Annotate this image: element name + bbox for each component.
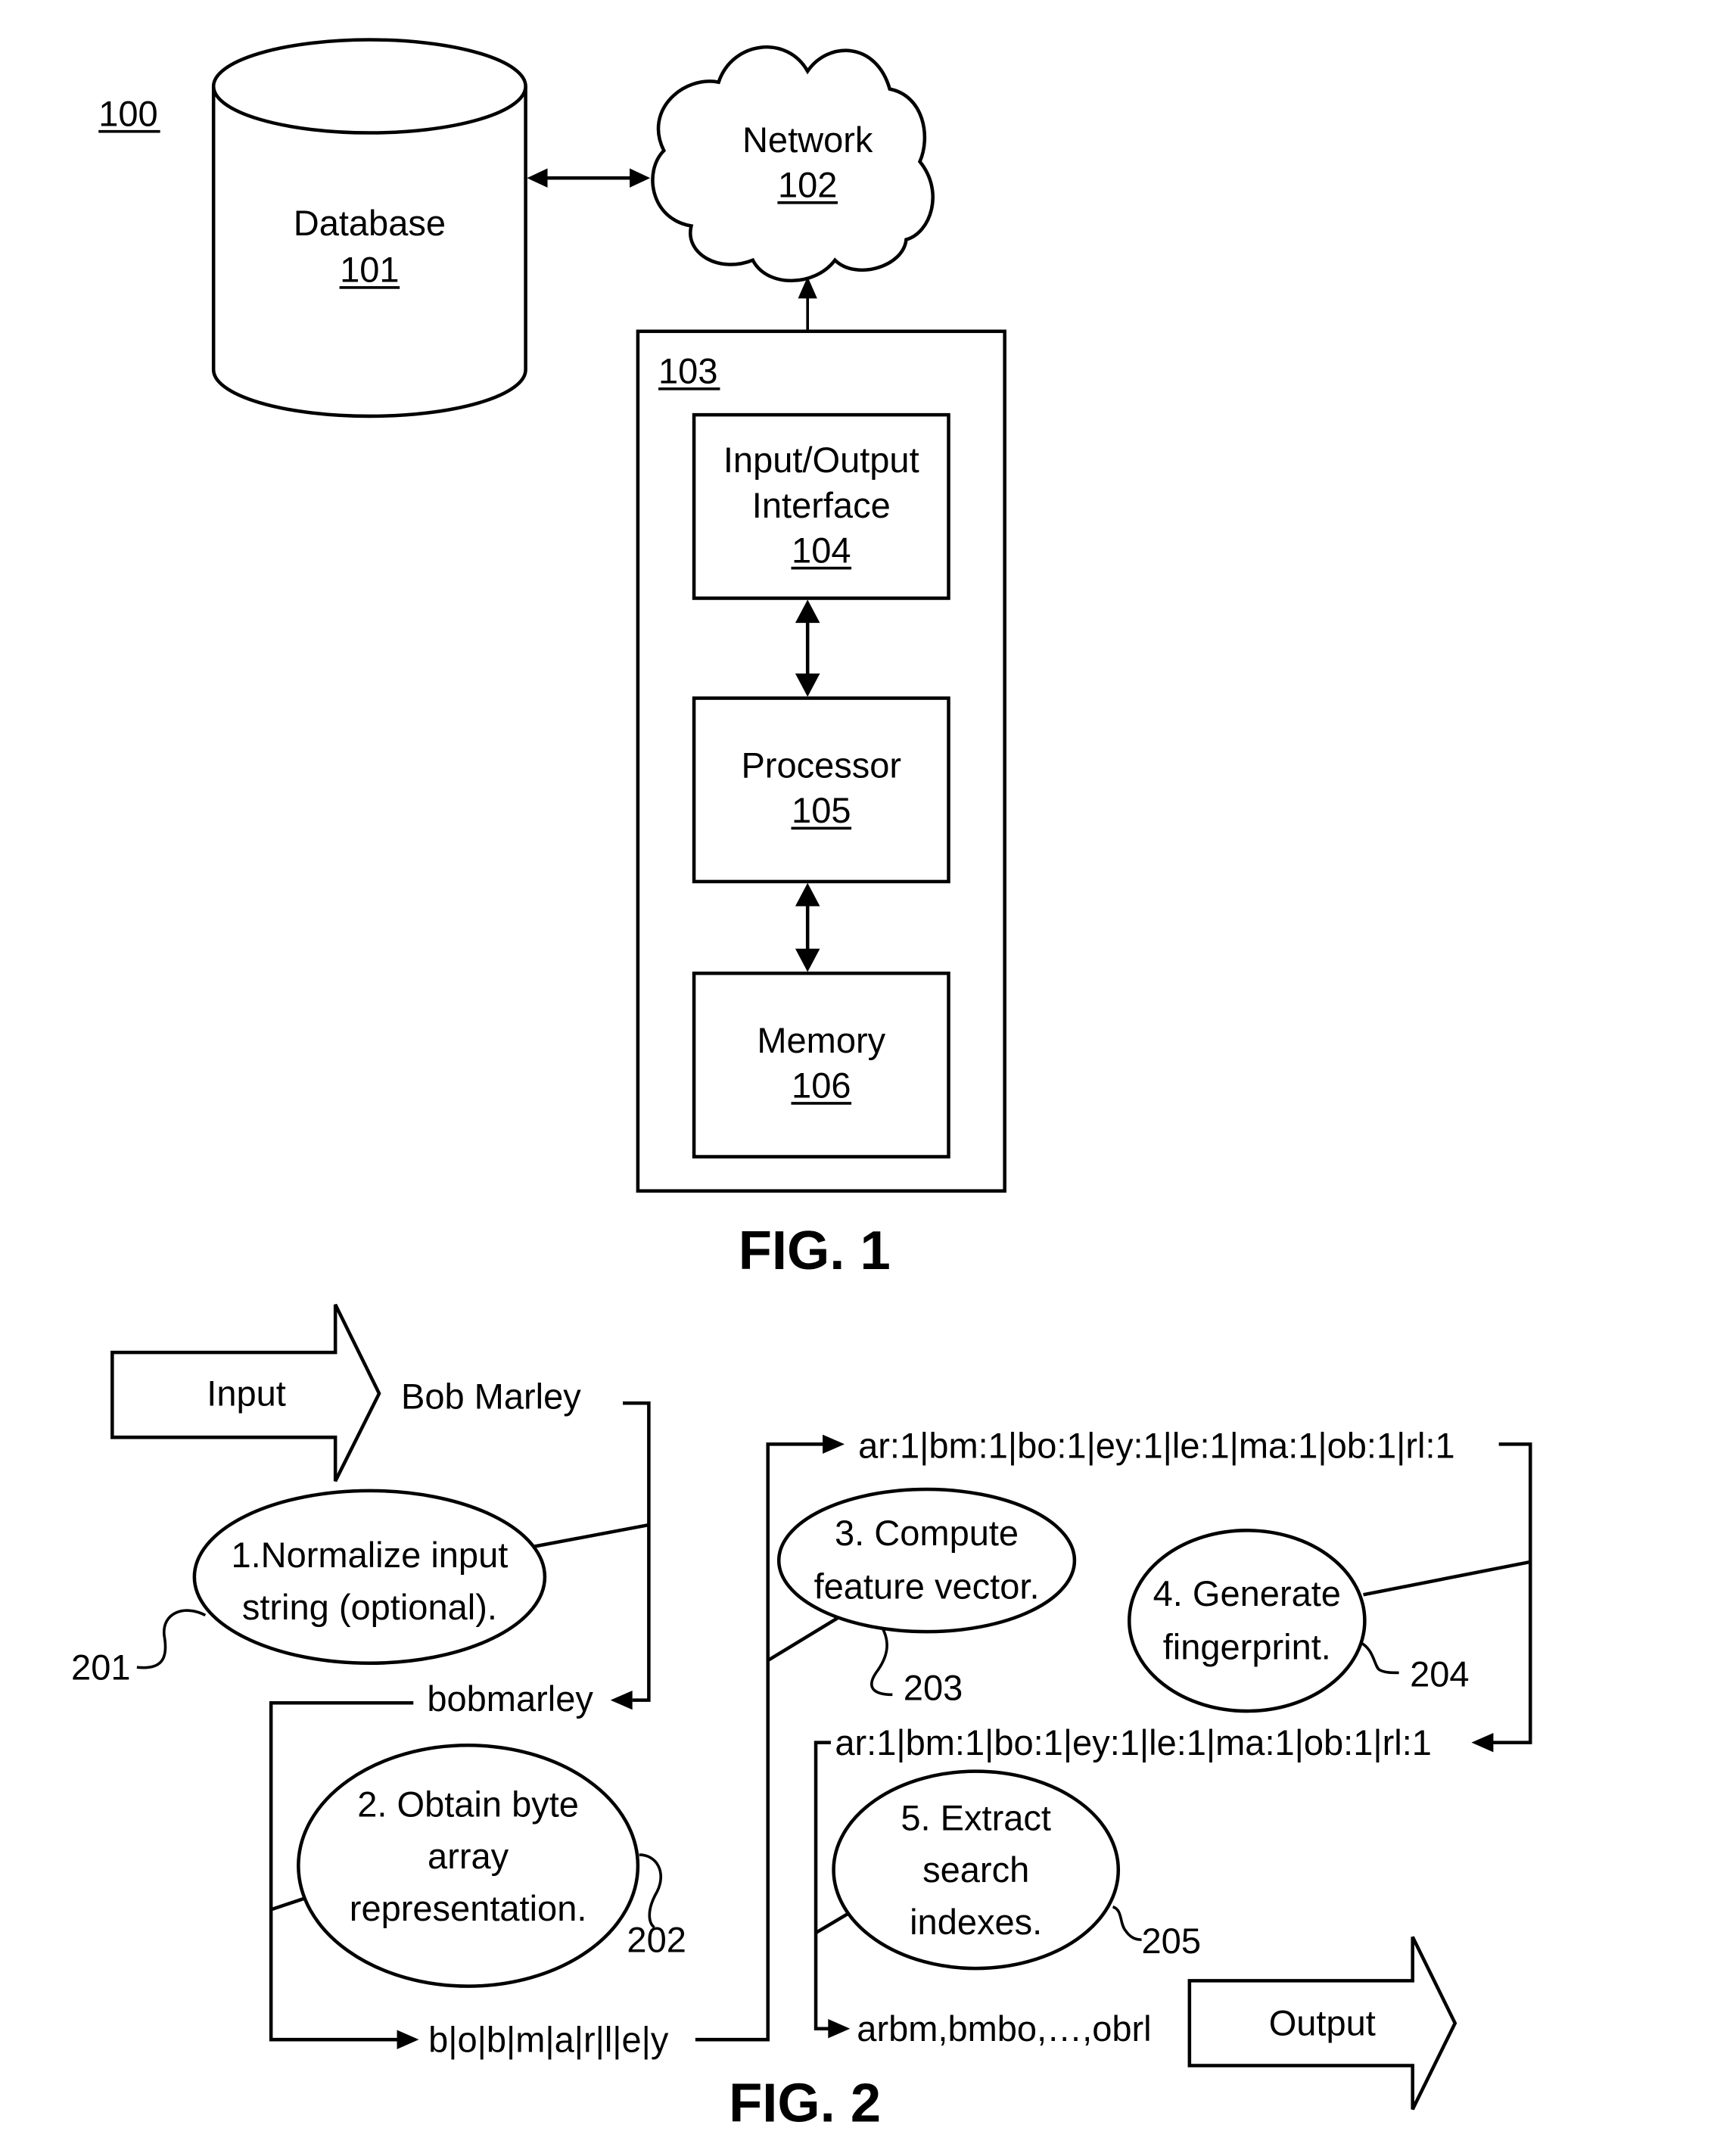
io-interface-box: Input/Output Interface 104 [692, 412, 950, 600]
processor-box: Processor 105 [692, 696, 950, 884]
database-label: Database [294, 203, 446, 243]
fingerprint-value: ar:1|bm:1|bo:1|ey:1|le:1|ma:1|ob:1|rl:1 [835, 1722, 1432, 1762]
connector-fingerprint-to-indexes [814, 1741, 831, 2030]
step3-ref-leader [870, 1628, 893, 1697]
step3-line2: feature vector. [814, 1566, 1040, 1607]
input-value: Bob Marley [401, 1376, 581, 1416]
normalized-value: bobmarley [427, 1678, 593, 1719]
step3-ref: 203 [904, 1668, 963, 1708]
database-cylinder: Database 101 [211, 38, 527, 418]
memory-label: Memory [757, 1020, 885, 1060]
patent-figures: 100 Database 101 Network 102 103 Input/O… [71, 38, 1532, 2134]
input-arrow: Input [110, 1303, 381, 1482]
step5-line3: indexes. [910, 1902, 1042, 1942]
input-arrow-label: Input [207, 1374, 286, 1414]
indexes-value: arbm,bmbo,…,obrl [857, 2008, 1151, 2049]
step1-line1: 1.Normalize input [231, 1535, 508, 1575]
step1-ref-leader [136, 1609, 207, 1669]
step4-ref: 204 [1410, 1654, 1469, 1694]
output-arrow-label: Output [1269, 2003, 1376, 2043]
fig2-caption: FIG. 2 [729, 2074, 881, 2134]
step1-ellipse: 1.Normalize input string (optional). 201 [71, 1489, 649, 1687]
io-interface-label-line1: Input/Output [723, 440, 919, 480]
network-label: Network [742, 120, 873, 160]
system-ref-label: 100 [98, 93, 157, 133]
arrow-into-indexes [828, 2019, 851, 2039]
database-ref: 101 [340, 250, 399, 290]
network-ref: 102 [778, 165, 837, 205]
network-cloud: Network 102 [651, 45, 935, 282]
memory-ref: 106 [792, 1066, 851, 1106]
step3-ellipse: 3. Compute feature vector. 203 [767, 1487, 1077, 1708]
step2-line3: representation. [350, 1888, 587, 1928]
byte-array-value: b|o|b|m|a|r|l|e|y [428, 2019, 669, 2059]
step5-ellipse: 5. Extract search indexes. 205 [814, 1769, 1201, 1971]
step4-line1: 4. Generate [1153, 1573, 1341, 1613]
step1-ref: 201 [71, 1647, 130, 1687]
step5-line2: search [922, 1850, 1029, 1890]
arrow-into-feature [823, 1434, 845, 1454]
io-interface-ref: 104 [792, 530, 851, 570]
step5-line1: 5. Extract [901, 1797, 1051, 1837]
step4-ellipse: 4. Generate fingerprint. 204 [1127, 1529, 1531, 1713]
step4-line2: fingerprint. [1163, 1626, 1331, 1666]
connector-input-to-normalized [623, 1401, 651, 1702]
db-network-arrow [527, 168, 651, 188]
step2-line2: array [428, 1836, 509, 1876]
feature-vector-value: ar:1|bm:1|bo:1|ey:1|le:1|ma:1|ob:1|rl:1 [858, 1425, 1455, 1465]
step3-line1: 3. Compute [835, 1513, 1019, 1553]
fig2: Input Bob Marley 1.Normalize input strin… [71, 1303, 1532, 2134]
device-ref-label: 103 [658, 351, 717, 391]
arrow-into-fingerprint [1471, 1733, 1494, 1753]
processor-label: Processor [741, 745, 901, 785]
step5-ref-leader [1112, 1905, 1142, 1941]
output-arrow: Output [1187, 1936, 1457, 2111]
step2-line1: 2. Obtain byte [357, 1784, 579, 1824]
processor-ref: 105 [792, 790, 851, 830]
step2-ellipse: 2. Obtain byte array representation. 202 [270, 1744, 686, 1988]
step2-ref-leader [639, 1853, 662, 1929]
fig1-caption: FIG. 1 [739, 1221, 891, 1281]
step4-ref-leader [1359, 1641, 1399, 1675]
step5-ref: 205 [1142, 1921, 1201, 1961]
io-interface-label-line2: Interface [752, 485, 891, 525]
memory-box: Memory 106 [692, 971, 950, 1159]
connector-feature-to-fingerprint [1492, 1442, 1532, 1744]
arrow-into-normalized [610, 1690, 633, 1710]
step2-ref: 202 [627, 1919, 686, 1959]
fig1: 100 Database 101 Network 102 103 Input/O… [98, 38, 1006, 1281]
step1-line2: string (optional). [242, 1587, 497, 1627]
arrow-into-bytes [397, 2030, 419, 2049]
